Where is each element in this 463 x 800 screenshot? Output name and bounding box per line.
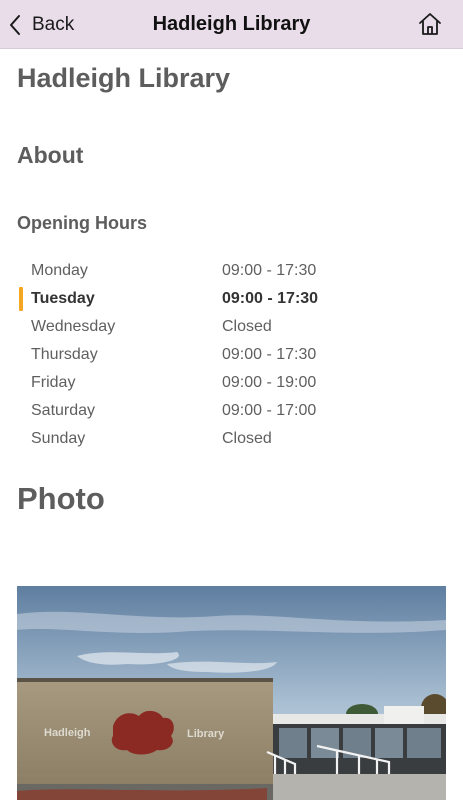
hours-row-tuesday: Tuesday 09:00 - 17:30 (17, 285, 447, 313)
opening-hours-heading: Opening Hours (17, 213, 147, 233)
time-label: Closed (222, 430, 272, 447)
hours-row-friday: Friday 09:00 - 19:00 (17, 369, 447, 397)
hours-row-monday: Monday 09:00 - 17:30 (17, 257, 447, 285)
time-label: 09:00 - 17:30 (222, 290, 319, 307)
library-photo-image: Hadleigh Library (17, 586, 446, 800)
hours-row-saturday: Saturday 09:00 - 17:00 (17, 397, 447, 425)
library-photo: Hadleigh Library (17, 586, 446, 800)
photo-heading: Photo (17, 481, 105, 516)
sign-right-text: Library (187, 728, 225, 740)
page-title: Hadleigh Library (17, 63, 231, 93)
day-label: Friday (31, 374, 76, 391)
day-label: Tuesday (31, 290, 95, 307)
day-label: Monday (31, 262, 88, 279)
about-heading: About (17, 142, 84, 168)
time-label: 09:00 - 17:30 (222, 262, 317, 279)
today-marker (19, 287, 23, 311)
hours-row-wednesday: Wednesday Closed (17, 313, 447, 341)
home-icon[interactable] (417, 11, 443, 37)
back-button[interactable]: Back (8, 0, 74, 49)
time-label: 09:00 - 17:00 (222, 402, 317, 419)
opening-hours-list: Monday 09:00 - 17:30 Tuesday 09:00 - 17:… (17, 257, 447, 453)
chevron-left-icon (10, 14, 20, 35)
hours-row-thursday: Thursday 09:00 - 17:30 (17, 341, 447, 369)
nav-bar: Back Hadleigh Library (0, 0, 463, 49)
time-label: Closed (222, 318, 272, 335)
time-label: 09:00 - 19:00 (222, 374, 317, 391)
time-label: 09:00 - 17:30 (222, 346, 317, 363)
day-label: Wednesday (31, 318, 116, 335)
back-label: Back (32, 13, 75, 35)
day-label: Thursday (31, 346, 98, 363)
day-label: Saturday (31, 402, 96, 419)
hours-row-sunday: Sunday Closed (17, 425, 447, 453)
sign-left-text: Hadleigh (44, 727, 91, 739)
day-label: Sunday (31, 430, 86, 447)
